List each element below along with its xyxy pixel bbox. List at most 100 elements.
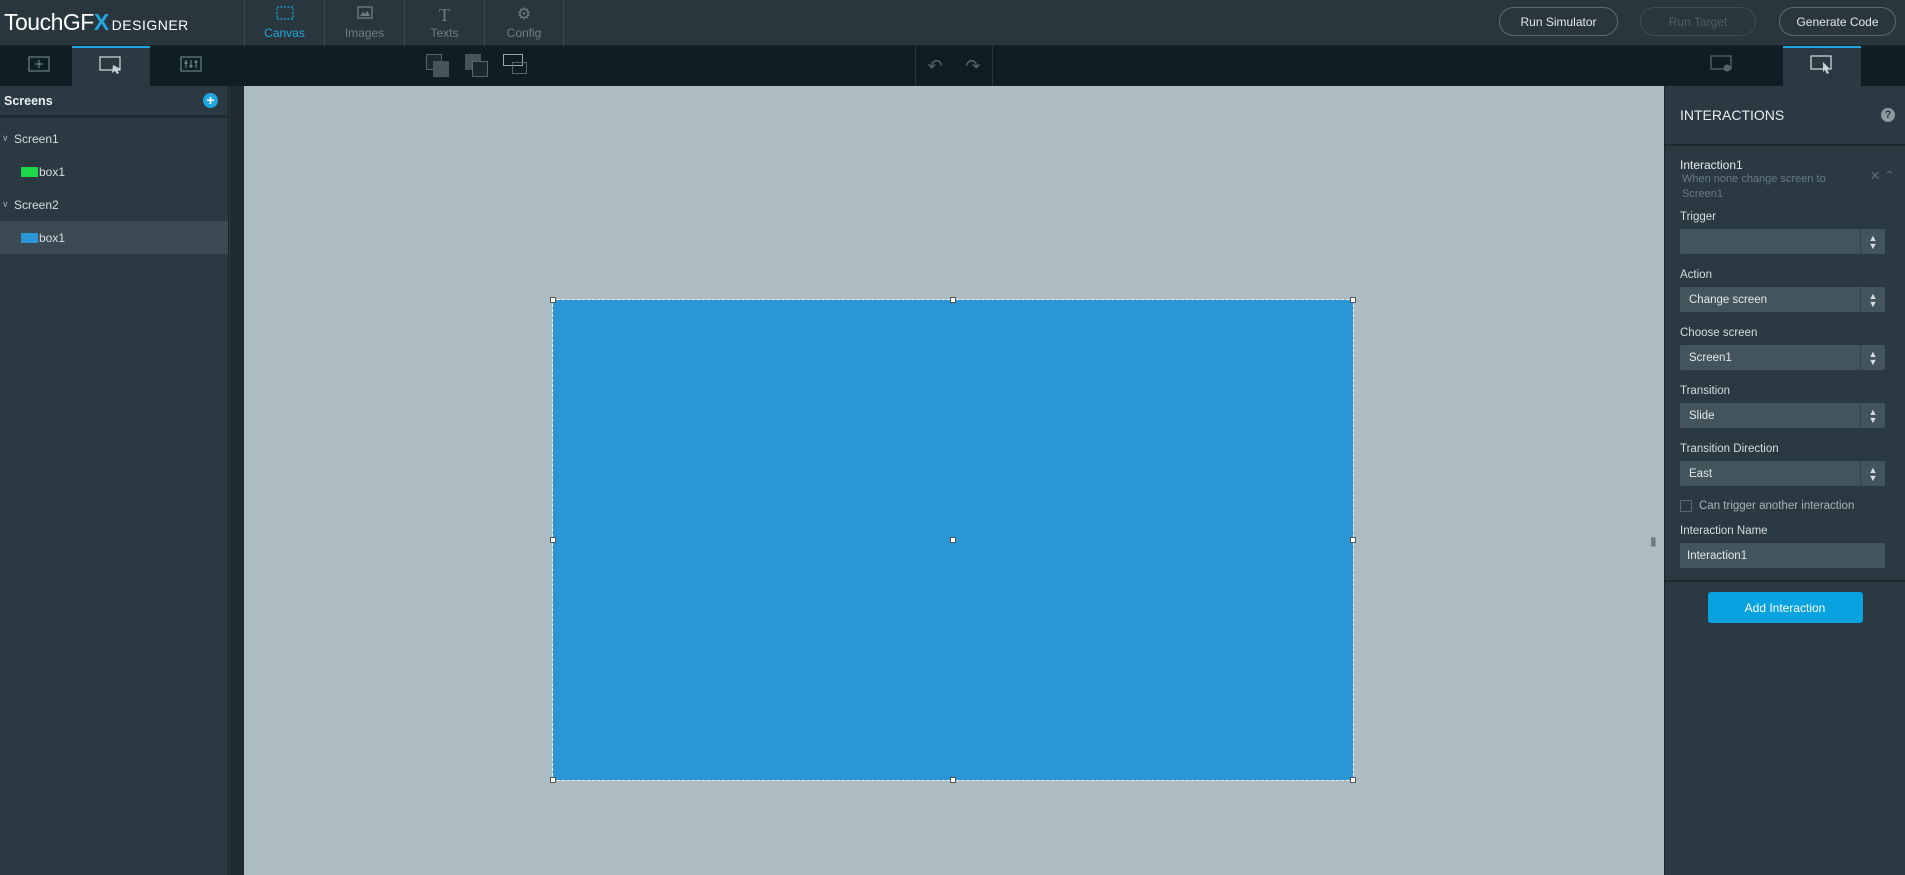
images-icon [356,6,373,24]
divider [1665,580,1905,582]
properties-tab[interactable] [152,46,230,86]
tab-images[interactable]: Images [324,0,404,46]
trigger-label: Trigger [1680,211,1716,223]
resize-handle[interactable] [1350,777,1356,783]
main-nav-tabs: Canvas Images T Texts ⚙ Config [244,0,564,46]
run-simulator-button[interactable]: Run Simulator [1499,7,1618,36]
resize-handle[interactable] [550,297,556,303]
move-handle[interactable] [950,537,956,543]
canvas-settings-tab[interactable] [1683,46,1761,86]
design-canvas[interactable] [244,86,1664,875]
transition-direction-label: Transition Direction [1680,443,1779,455]
trigger-select[interactable]: ▲ ▼ [1680,229,1885,254]
action-value: Change screen [1689,293,1767,306]
choose-screen-select[interactable]: Screen1 ▲ ▼ [1680,345,1885,370]
screen1-box1-label: box1 [39,164,66,179]
selected-box-widget[interactable] [550,297,1356,783]
tab-canvas-label: Canvas [264,26,305,40]
tab-canvas[interactable]: Canvas [244,0,324,46]
screens-header: Screens + [0,86,228,118]
app-logo: TouchGFX DESIGNER [4,9,189,36]
redo-icon[interactable]: ↷ [965,56,980,77]
action-label: Action [1680,269,1712,281]
add-interaction-button[interactable]: Add Interaction [1707,592,1863,623]
trash-icon[interactable]: ▮ [1650,534,1657,548]
interaction-icon [1810,54,1834,80]
interactions-header: INTERACTIONS ? [1665,86,1905,146]
resize-handle[interactable] [950,297,956,303]
logo-main-text: TouchGF [4,9,94,35]
panel-gutter [230,86,244,875]
tab-texts[interactable]: T Texts [404,0,484,46]
toolbar: ↶ ↷ [0,46,1905,86]
interaction-name-label: Interaction Name [1680,525,1768,537]
screen2-label: Screen2 [14,197,59,212]
tree-screen1-box1[interactable]: box1 [0,155,228,188]
tab-config-label: Config [506,26,542,40]
tree-screen2[interactable]: ∨ Screen2 [0,188,228,221]
select-widget-icon [99,55,123,79]
interaction-controls: ✕ ⌃ [1870,168,1895,184]
transition-direction-value: East [1689,467,1713,480]
run-target-button[interactable]: Run Target [1640,7,1756,36]
chevron-down-icon[interactable]: ∨ [2,199,14,210]
action-select[interactable]: Change screen ▲ ▼ [1680,287,1885,312]
screen-settings-icon [1710,54,1734,78]
undo-redo-group: ↶ ↷ [915,46,993,86]
screens-panel: Screens + ∨ Screen1 box1 ∨ Screen2 box1 [0,86,229,875]
config-icon: ⚙ [516,6,532,23]
can-trigger-checkbox[interactable] [1680,500,1692,512]
resize-handle[interactable] [550,777,556,783]
screen1-label: Screen1 [14,131,59,146]
add-widget-icon [28,55,50,77]
collapse-icon[interactable]: ⌃ [1884,168,1895,183]
logo-x: X [93,9,109,35]
interaction-description: When none change screen to Screen1 [1682,173,1826,200]
undo-icon[interactable]: ↶ [927,56,942,77]
tree-screen1[interactable]: ∨ Screen1 [0,122,228,155]
texts-icon: T [439,5,450,25]
select-arrows-icon: ▲ ▼ [1860,229,1885,254]
screen2-box1-label: box1 [39,230,66,245]
help-icon[interactable]: ? [1881,108,1895,122]
interactions-title: INTERACTIONS [1680,107,1785,123]
resize-handle[interactable] [950,777,956,783]
chevron-down-icon[interactable]: ∨ [2,133,14,144]
transition-select[interactable]: Slide ▲ ▼ [1680,403,1885,428]
interactions-tab[interactable] [1783,46,1861,86]
group-icon[interactable] [503,54,529,78]
tab-config[interactable]: ⚙ Config [484,0,564,46]
choose-screen-label: Choose screen [1680,327,1758,339]
tree-view-tab[interactable] [72,46,150,86]
add-widget-tab[interactable] [0,46,78,86]
top-bar: TouchGFX DESIGNER Canvas Images T Texts ⚙… [0,0,1905,46]
logo-designer-text: DESIGNER [111,17,189,33]
tab-texts-label: Texts [430,26,459,40]
generate-code-button[interactable]: Generate Code [1779,7,1896,36]
delete-interaction-icon[interactable]: ✕ [1870,168,1881,183]
resize-handle[interactable] [550,537,556,543]
tab-images-label: Images [344,26,385,40]
interaction-name-input[interactable] [1680,543,1885,568]
choose-screen-value: Screen1 [1689,351,1732,364]
transition-label: Transition [1680,385,1731,397]
interaction-name-heading: Interaction1 [1680,158,1743,172]
transition-direction-select[interactable]: East ▲ ▼ [1680,461,1885,486]
interaction-card: Interaction1 When none change screen to … [1665,146,1905,568]
add-screen-icon[interactable]: + [203,93,218,108]
send-to-back-icon[interactable] [465,54,491,78]
transition-value: Slide [1689,409,1715,422]
screen-tree: ∨ Screen1 box1 ∨ Screen2 box1 [0,118,228,254]
select-arrows-icon: ▲ ▼ [1860,461,1885,486]
resize-handle[interactable] [1350,537,1356,543]
select-arrows-icon: ▲ ▼ [1860,403,1885,428]
can-trigger-label: Can trigger another interaction [1699,500,1855,512]
tree-screen2-box1[interactable]: box1 [0,221,228,254]
select-arrows-icon: ▲ ▼ [1860,345,1885,370]
interactions-panel: INTERACTIONS ? Interaction1 When none ch… [1664,86,1905,875]
bring-to-front-icon[interactable] [426,54,452,78]
box-color-swatch [21,166,38,177]
select-arrows-icon: ▲ ▼ [1860,287,1885,312]
resize-handle[interactable] [1350,297,1356,303]
sliders-icon [180,55,202,77]
